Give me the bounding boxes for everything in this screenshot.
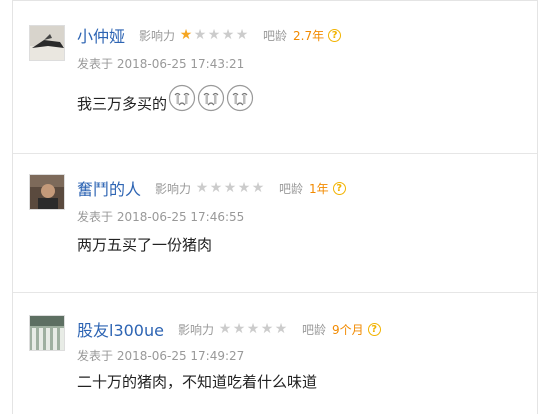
bar-age-value: 2.7年 [293, 28, 325, 43]
comment-item: 股友l300ue 影响力 ★ ★ ★ ★ ★ 吧龄 9个月 ? 发表于 2018… [13, 292, 537, 391]
date-prefix: 发表于 [77, 349, 114, 363]
author-meta: 股友l300ue 影响力 ★ ★ ★ ★ ★ 吧龄 9个月 ? [77, 317, 381, 341]
influence-stars: ★ ★ ★ ★ ★ [195, 181, 265, 195]
star-icon: ★ [246, 321, 260, 337]
post-date: 发表于 2018-06-25 17:43:21 [77, 55, 244, 72]
comment-text: 两万五买了一份猪肉 [77, 236, 213, 254]
comment-content: 我三万多买的 [77, 81, 254, 114]
crying-face-icon [168, 84, 196, 112]
star-icon: ★ [195, 180, 209, 196]
comment-item: 奮鬥的人 影响力 ★ ★ ★ ★ ★ 吧龄 1年 ? 发表于 2018-06-2… [13, 153, 537, 254]
bar-age-value: 1年 [309, 181, 329, 196]
crying-face-icon [197, 84, 225, 112]
star-icon: ★ [207, 27, 221, 43]
star-icon: ★ [232, 321, 246, 337]
star-icon: ★ [251, 180, 265, 196]
post-date: 发表于 2018-06-25 17:49:27 [77, 347, 244, 364]
username-link[interactable]: 股友l300ue [77, 317, 164, 341]
star-icon: ★ [209, 180, 223, 196]
influence-stars: ★ ★ ★ ★ ★ [218, 322, 288, 336]
help-icon[interactable]: ? [328, 28, 342, 42]
star-icon: ★ [274, 321, 288, 337]
author-meta: 奮鬥的人 影响力 ★ ★ ★ ★ ★ 吧龄 1年 ? [77, 176, 346, 200]
username-link[interactable]: 小仲娅 [77, 23, 125, 47]
comment-text: 我三万多买的 [77, 95, 168, 113]
comment-content: 二十万的猪肉，不知道吃着什么味道 [77, 371, 317, 392]
avatar[interactable] [29, 315, 65, 351]
star-icon: ★ [237, 180, 251, 196]
help-icon[interactable]: ? [332, 181, 346, 195]
star-icon: ★ [223, 180, 237, 196]
date-value: 2018-06-25 17:43:21 [116, 57, 245, 71]
username-link[interactable]: 奮鬥的人 [77, 176, 141, 200]
star-icon: ★ [218, 321, 232, 337]
date-prefix: 发表于 [77, 210, 114, 224]
star-icon: ★ [221, 27, 235, 43]
help-icon[interactable]: ? [367, 322, 381, 336]
star-icon: ★ [193, 27, 207, 43]
date-prefix: 发表于 [77, 57, 114, 71]
comment-text: 二十万的猪肉，不知道吃着什么味道 [77, 373, 318, 391]
crying-face-icon [226, 84, 254, 112]
comment-content: 两万五买了一份猪肉 [77, 234, 212, 255]
author-meta: 小仲娅 影响力 ★ ★ ★ ★ ★ 吧龄 2.7年 ? [77, 23, 342, 47]
date-value: 2018-06-25 17:46:55 [116, 210, 245, 224]
influence-label: 影响力 [177, 322, 214, 337]
bar-age-label: 吧龄 [279, 181, 304, 196]
star-icon: ★ [260, 321, 274, 337]
star-icon: ★ [179, 27, 193, 43]
influence-label: 影响力 [155, 181, 192, 196]
bar-age-value: 9个月 [332, 322, 364, 337]
bar-age-label: 吧龄 [263, 28, 288, 43]
avatar[interactable] [29, 25, 65, 61]
comment-thread: 小仲娅 影响力 ★ ★ ★ ★ ★ 吧龄 2.7年 ? 发表于 2018-06-… [12, 0, 538, 414]
date-value: 2018-06-25 17:49:27 [116, 349, 245, 363]
avatar[interactable] [29, 174, 65, 210]
bar-age-label: 吧龄 [302, 322, 327, 337]
influence-stars: ★ ★ ★ ★ ★ [179, 28, 249, 42]
influence-label: 影响力 [139, 28, 176, 43]
star-icon: ★ [235, 27, 249, 43]
post-date: 发表于 2018-06-25 17:46:55 [77, 208, 244, 225]
